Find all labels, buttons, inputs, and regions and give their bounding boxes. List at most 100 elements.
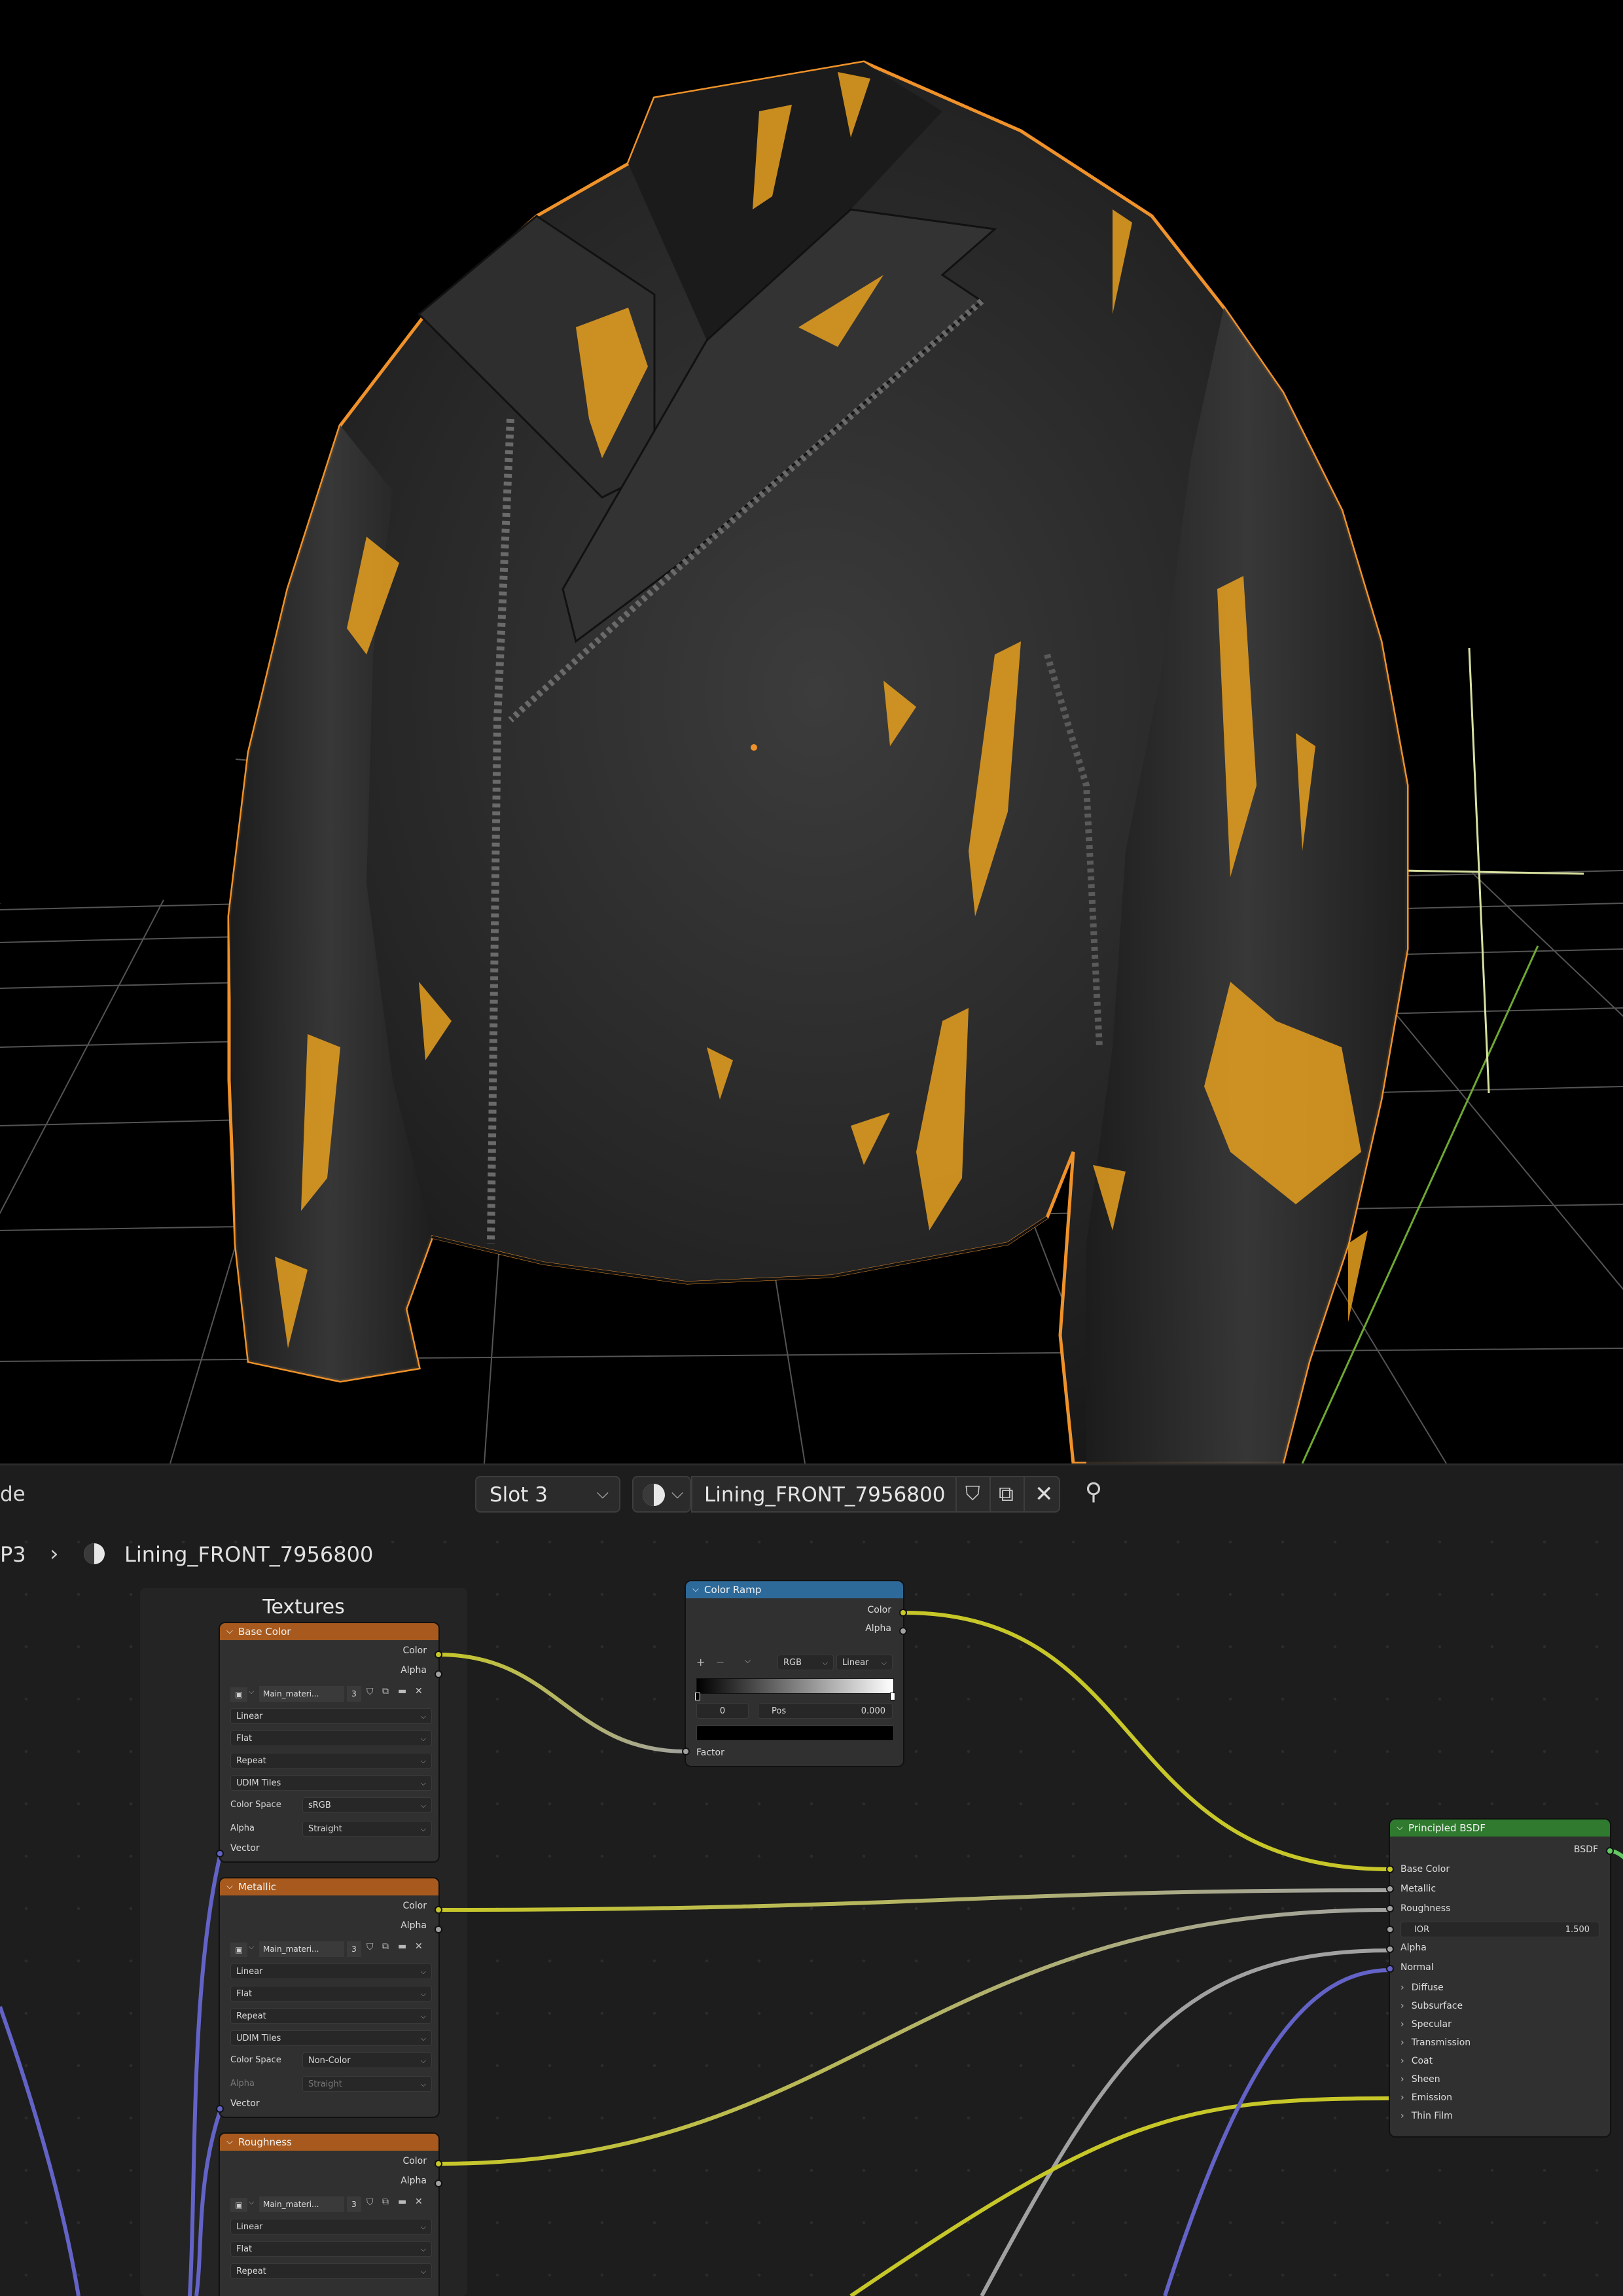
- output-socket-alpha[interactable]: [435, 1670, 442, 1678]
- node-header[interactable]: ⌵ Metallic: [220, 1878, 438, 1895]
- breadcrumb-material[interactable]: Lining_FRONT_7956800: [124, 1542, 373, 1567]
- image-users-count[interactable]: 3: [347, 1941, 361, 1957]
- image-icon[interactable]: ▣: [230, 1943, 247, 1957]
- fake-user-button[interactable]: ⛉: [955, 1476, 992, 1513]
- close-icon[interactable]: ✕: [415, 1941, 423, 1952]
- node-header[interactable]: ⌵ Roughness: [220, 2134, 438, 2151]
- output-socket-alpha[interactable]: [435, 2179, 442, 2187]
- output-socket-color[interactable]: [435, 1651, 442, 1659]
- close-icon[interactable]: ✕: [415, 2197, 423, 2207]
- input-socket-normal[interactable]: [1386, 1965, 1394, 1973]
- editor-mode-label[interactable]: de: [0, 1482, 26, 1506]
- output-socket-color[interactable]: [435, 2160, 442, 2168]
- pin-icon[interactable]: ⚲: [1077, 1479, 1110, 1505]
- duplicate-material-button[interactable]: ⧉: [990, 1476, 1026, 1513]
- projection-select[interactable]: Flat ⌵: [230, 1731, 432, 1746]
- panel-coat[interactable]: › Coat: [1400, 2054, 1433, 2066]
- panel-thin-film[interactable]: › Thin Film: [1400, 2109, 1453, 2121]
- image-name-field[interactable]: Main_materi...: [259, 1686, 344, 1702]
- input-socket-metallic[interactable]: [1386, 1885, 1394, 1893]
- projection-select[interactable]: Flat ⌵: [230, 2241, 432, 2257]
- chevron-down-icon[interactable]: ⌵: [226, 1878, 233, 1895]
- interpolation-select[interactable]: Linear ⌵: [230, 2219, 432, 2234]
- remove-stop-icon[interactable]: −: [716, 1656, 724, 1668]
- image-selector[interactable]: ▣ ⌵ Main_materi... 3 ⛉ ⧉ ▬ ✕: [230, 1941, 432, 1958]
- image-texture-node-base-color[interactable]: ⌵ Base Color Color Alpha ▣ ⌵ Main_materi…: [220, 1623, 438, 1861]
- add-stop-icon[interactable]: +: [696, 1656, 705, 1668]
- output-socket-color[interactable]: [435, 1906, 442, 1914]
- panel-transmission[interactable]: › Transmission: [1400, 2036, 1471, 2048]
- color-ramp-gradient[interactable]: [696, 1678, 894, 1694]
- panel-subsurface[interactable]: › Subsurface: [1400, 1999, 1463, 2011]
- color-mode-select[interactable]: RGB ⌵: [777, 1655, 834, 1670]
- shader-node-editor[interactable]: de Slot 3 ⌵ ⌵ Lining_FRONT_7956800 ⛉ ⧉ ✕…: [0, 1463, 1623, 2296]
- stop-color-swatch[interactable]: [696, 1725, 894, 1741]
- image-texture-node-metallic[interactable]: ⌵ Metallic Color Alpha ▣ ⌵ Main_materi..…: [220, 1878, 438, 2117]
- image-users-count[interactable]: 3: [347, 2197, 361, 2212]
- extension-select[interactable]: Repeat ⌵: [230, 2263, 432, 2279]
- image-selector[interactable]: ▣ ⌵ Main_materi... 3 ⛉ ⧉ ▬ ✕: [230, 2197, 432, 2214]
- chevron-down-icon[interactable]: ⌵: [226, 1623, 233, 1640]
- stop-position-field[interactable]: Pos 0.000: [758, 1703, 893, 1719]
- input-socket-roughness[interactable]: [1386, 1905, 1394, 1912]
- panel-sheen[interactable]: › Sheen: [1400, 2072, 1440, 2085]
- node-header[interactable]: ⌵ Base Color: [220, 1623, 438, 1640]
- interpolation-select[interactable]: Linear ⌵: [230, 1708, 432, 1724]
- source-select[interactable]: UDIM Tiles ⌵: [230, 2030, 432, 2046]
- output-socket-bsdf[interactable]: [1606, 1847, 1614, 1855]
- panel-emission[interactable]: › Emission: [1400, 2090, 1452, 2103]
- copy-icon[interactable]: ⧉: [382, 2197, 389, 2207]
- output-socket-color[interactable]: [899, 1609, 907, 1617]
- output-socket-alpha[interactable]: [435, 1926, 442, 1933]
- node-header[interactable]: ⌵ Color Ramp: [686, 1581, 903, 1598]
- interpolation-select[interactable]: Linear ⌵: [230, 1964, 432, 1979]
- panel-diffuse[interactable]: › Diffuse: [1400, 1981, 1444, 1993]
- input-socket-vector[interactable]: [216, 1850, 224, 1857]
- close-icon[interactable]: ✕: [415, 1686, 423, 1696]
- shield-icon[interactable]: ⛉: [366, 2197, 374, 2208]
- copy-icon[interactable]: ⧉: [382, 1686, 389, 1696]
- stop-index-field[interactable]: 0: [696, 1703, 749, 1719]
- folder-icon[interactable]: ▬: [398, 2197, 406, 2207]
- color-space-select[interactable]: sRGB ⌵: [302, 1797, 432, 1813]
- material-name-field[interactable]: Lining_FRONT_7956800: [691, 1476, 958, 1513]
- input-socket-alpha[interactable]: [1386, 1945, 1394, 1953]
- panel-specular[interactable]: › Specular: [1400, 2017, 1452, 2030]
- color-ramp-node[interactable]: ⌵ Color Ramp Color Alpha + − ⌵ RGB ⌵ Line…: [686, 1581, 903, 1766]
- alpha-mode-select[interactable]: Straight ⌵: [302, 1821, 432, 1837]
- chevron-down-icon[interactable]: ⌵: [745, 1656, 751, 1666]
- extension-select[interactable]: Repeat ⌵: [230, 1753, 432, 1768]
- breadcrumb-object[interactable]: P3: [0, 1542, 26, 1567]
- image-name-field[interactable]: Main_materi...: [259, 2197, 344, 2212]
- projection-select[interactable]: Flat ⌵: [230, 1986, 432, 2001]
- principled-bsdf-node[interactable]: ⌵ Principled BSDF BSDF Base Color Metall…: [1390, 1820, 1610, 2136]
- image-icon[interactable]: ▣: [230, 1687, 247, 1702]
- chevron-down-icon[interactable]: ⌵: [692, 1581, 699, 1598]
- copy-icon[interactable]: ⧉: [382, 1941, 389, 1952]
- slot-select[interactable]: Slot 3 ⌵: [475, 1476, 620, 1513]
- ramp-stop-white[interactable]: [890, 1693, 895, 1700]
- shield-icon[interactable]: ⛉: [366, 1942, 374, 1952]
- ramp-interpolation-select[interactable]: Linear ⌵: [836, 1655, 893, 1670]
- chevron-down-icon[interactable]: ⌵: [1397, 1820, 1403, 1837]
- image-name-field[interactable]: Main_materi...: [259, 1941, 344, 1957]
- color-space-select[interactable]: Non-Color ⌵: [302, 2053, 432, 2068]
- image-texture-node-roughness[interactable]: ⌵ Roughness Color Alpha ▣ ⌵ Main_materi.…: [220, 2134, 438, 2296]
- image-users-count[interactable]: 3: [347, 1686, 361, 1702]
- source-select[interactable]: UDIM Tiles ⌵: [230, 1775, 432, 1791]
- node-header[interactable]: ⌵ Principled BSDF: [1390, 1820, 1610, 1837]
- input-socket-factor[interactable]: [682, 1748, 690, 1755]
- input-socket-vector[interactable]: [216, 2105, 224, 2113]
- chevron-down-icon[interactable]: ⌵: [226, 2134, 233, 2151]
- output-socket-alpha[interactable]: [899, 1627, 907, 1635]
- unlink-material-button[interactable]: ✕: [1024, 1476, 1060, 1513]
- input-socket-ior[interactable]: [1386, 1926, 1394, 1933]
- image-selector[interactable]: ▣ ⌵ Main_materi... 3 ⛉ ⧉ ▬ ✕: [230, 1686, 432, 1703]
- image-icon[interactable]: ▣: [230, 2198, 247, 2212]
- 3d-viewport[interactable]: [0, 0, 1623, 1463]
- input-socket-base-color[interactable]: [1386, 1865, 1394, 1873]
- ramp-stop-black[interactable]: [695, 1693, 700, 1700]
- folder-icon[interactable]: ▬: [398, 1686, 406, 1696]
- ior-field[interactable]: IOR 1.500: [1400, 1922, 1599, 1937]
- folder-icon[interactable]: ▬: [398, 1941, 406, 1952]
